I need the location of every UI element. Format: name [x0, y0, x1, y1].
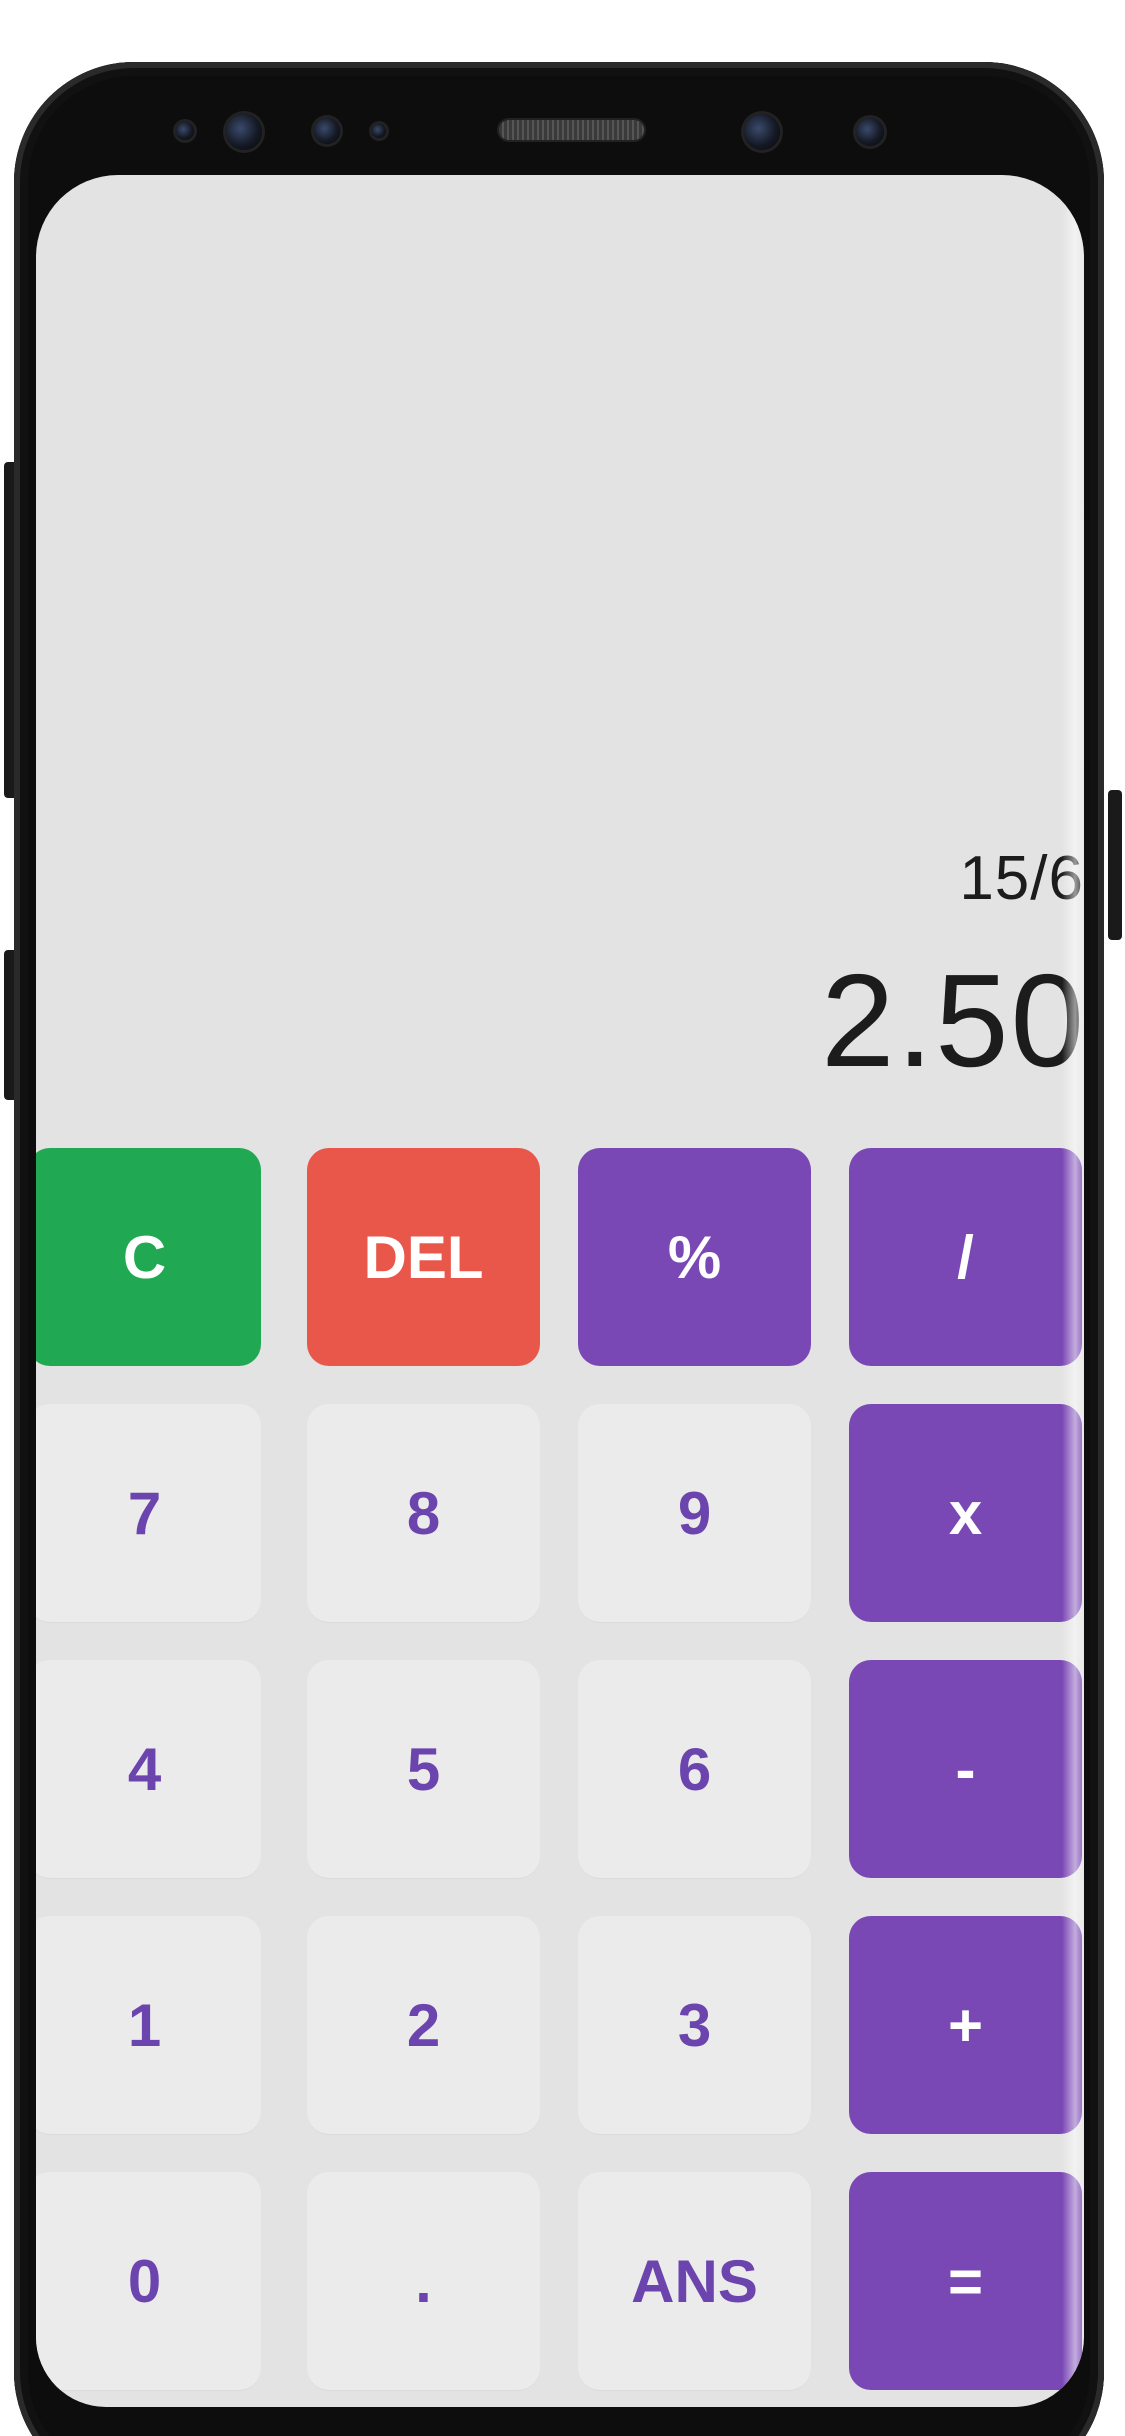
digit-6-button[interactable]: 6 [578, 1660, 811, 1878]
front-camera-icon [744, 114, 780, 150]
expression-display: 15/6 [959, 844, 1084, 913]
device-mockup: 15/6 2.50 C DEL % / 7 8 9 x 4 5 6 - 1 2 … [0, 0, 1125, 2436]
divide-button[interactable]: / [849, 1148, 1082, 1366]
proximity-sensor-icon [176, 122, 194, 140]
earpiece-speaker [499, 120, 644, 140]
digit-8-button[interactable]: 8 [307, 1404, 540, 1622]
led-indicator-icon [372, 124, 386, 138]
digit-0-button[interactable]: 0 [36, 2172, 261, 2390]
digit-9-button[interactable]: 9 [578, 1404, 811, 1622]
iris-scanner-icon [856, 118, 884, 146]
phone-top-bezel [14, 62, 1104, 172]
delete-button[interactable]: DEL [307, 1148, 540, 1366]
digit-1-button[interactable]: 1 [36, 1916, 261, 2134]
light-sensor-icon [314, 118, 340, 144]
multiply-button[interactable]: x [849, 1404, 1082, 1622]
phone-side-button-right [1108, 790, 1122, 940]
percent-button[interactable]: % [578, 1148, 811, 1366]
answer-button[interactable]: ANS [578, 2172, 811, 2390]
digit-2-button[interactable]: 2 [307, 1916, 540, 2134]
result-display: 2.50 [821, 947, 1084, 1094]
decimal-button[interactable]: . [307, 2172, 540, 2390]
digit-7-button[interactable]: 7 [36, 1404, 261, 1622]
subtract-button[interactable]: - [849, 1660, 1082, 1878]
add-button[interactable]: + [849, 1916, 1082, 2134]
keypad: C DEL % / 7 8 9 x 4 5 6 - 1 2 3 + 0 . AN… [36, 1148, 1084, 2407]
iris-camera-icon [226, 114, 262, 150]
digit-5-button[interactable]: 5 [307, 1660, 540, 1878]
calculator-screen: 15/6 2.50 C DEL % / 7 8 9 x 4 5 6 - 1 2 … [36, 175, 1084, 2407]
digit-3-button[interactable]: 3 [578, 1916, 811, 2134]
digit-4-button[interactable]: 4 [36, 1660, 261, 1878]
clear-button[interactable]: C [36, 1148, 261, 1366]
equals-button[interactable]: = [849, 2172, 1082, 2390]
